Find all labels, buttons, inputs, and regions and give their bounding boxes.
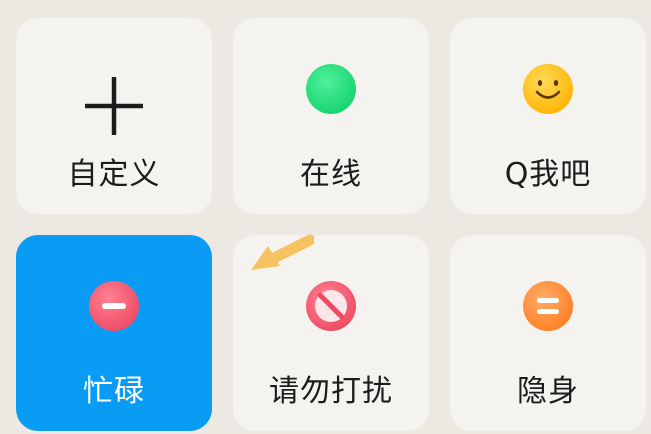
busy-minus-icon [89,281,139,331]
smiley-face-icon [523,64,573,114]
status-tile-q-me[interactable]: Q我吧 [450,18,646,214]
status-tile-invisible[interactable]: 隐身 [450,235,646,431]
hint-arrow-icon [251,234,314,270]
status-tile-custom[interactable]: 自定义 [16,18,212,214]
status-label: 自定义 [67,157,161,192]
status-label: 忙碌 [83,374,145,409]
status-tile-busy[interactable]: 忙碌 [16,235,212,431]
status-grid: 自定义 在线 Q我吧 忙碌 请勿打扰 隐身 [0,0,651,434]
plus-icon [85,77,143,135]
status-label: 隐身 [517,374,579,409]
status-label: Q我吧 [504,157,592,192]
invisible-equals-icon [523,281,573,331]
status-label: 在线 [300,157,362,192]
status-tile-online[interactable]: 在线 [233,18,429,214]
online-dot-icon [306,64,356,114]
do-not-disturb-icon [306,281,356,331]
status-label: 请勿打扰 [269,374,393,409]
